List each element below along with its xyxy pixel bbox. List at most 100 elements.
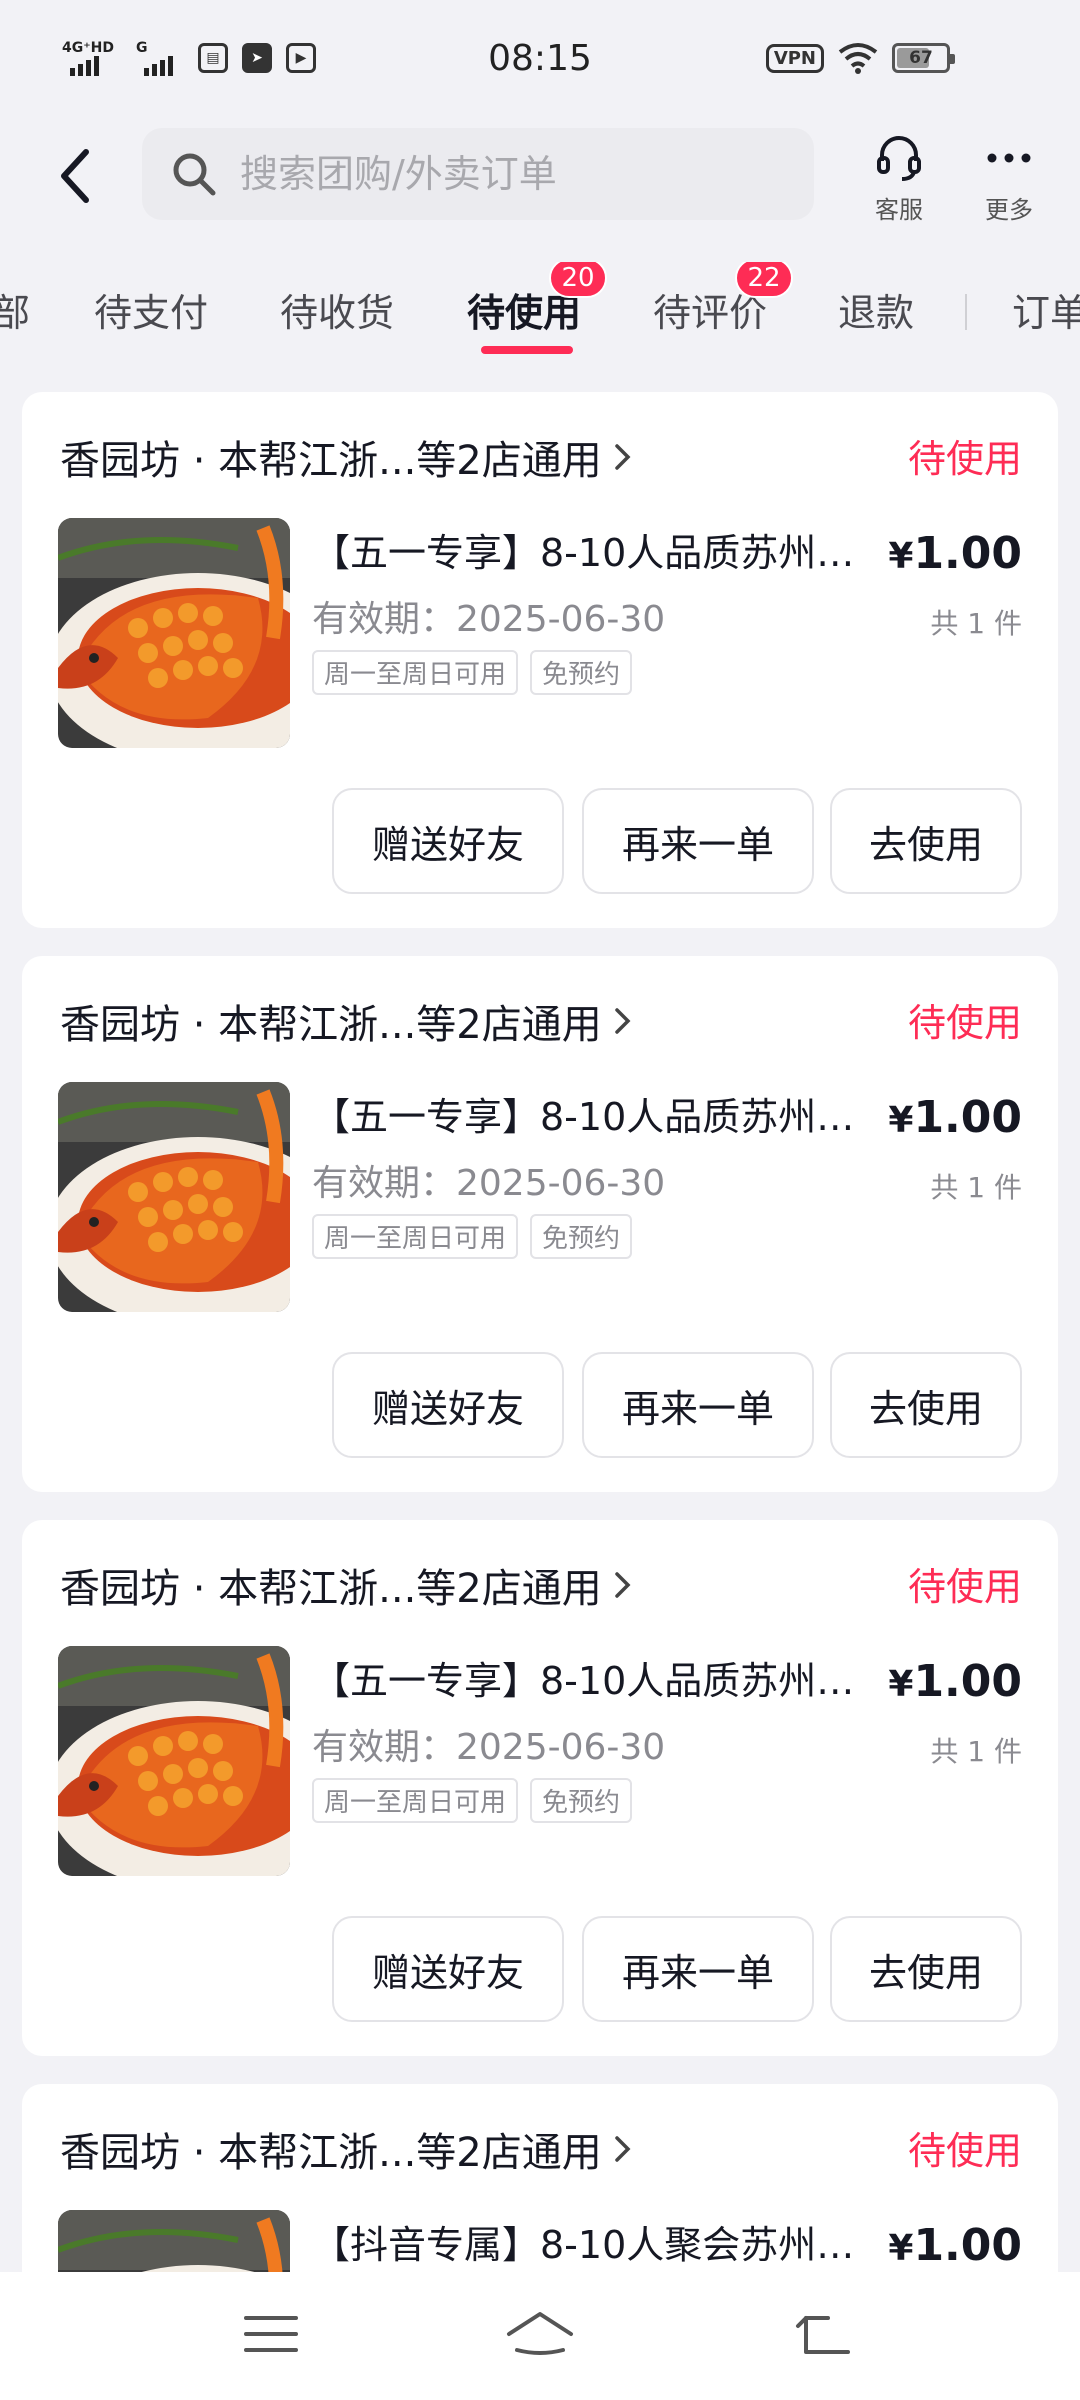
price-value: 1.00	[913, 1656, 1022, 1707]
price-value: 1.00	[913, 2220, 1022, 2271]
shop-name-link[interactable]: 香园坊 · 本帮江浙...等2店通用	[60, 1556, 634, 1614]
headset-icon	[877, 136, 921, 181]
search-bar[interactable]	[142, 128, 814, 220]
header: 客服 更多	[0, 118, 1080, 238]
more-dots-icon	[987, 153, 1031, 163]
price: ¥1.00	[888, 1092, 1022, 1143]
tab-badge: 22	[735, 262, 794, 298]
tab-pending-use[interactable]: 待使用 20	[467, 262, 608, 337]
shop-name: 香园坊 · 本帮江浙...等2店通用	[60, 2130, 602, 2176]
tab-refund[interactable]: 退款	[838, 282, 914, 337]
tag: 免预约	[530, 650, 633, 695]
chevron-right-icon	[615, 2136, 631, 2162]
gift-friend-button[interactable]: 赠送好友	[332, 1916, 564, 2022]
menu-icon[interactable]	[236, 2304, 306, 2364]
chevron-right-icon	[615, 1572, 631, 1598]
order-status: 待使用	[907, 437, 1022, 481]
order-card[interactable]: 香园坊 · 本帮江浙...等2店通用 待使用 【五一专享】8-10人品质苏州松鼠…	[22, 392, 1058, 928]
product-title[interactable]: 【五一专享】8-10人品质苏州松鼠桂鱼套餐	[312, 1650, 872, 1705]
product-title[interactable]: 【抖音专属】8-10人聚会苏州松鼠桂鱼套餐	[312, 2214, 872, 2269]
validity-date: 有效期：2025-06-30	[312, 599, 666, 640]
reorder-button[interactable]: 再来一单	[582, 788, 814, 894]
dish-image[interactable]	[58, 518, 290, 748]
shop-name: 香园坊 · 本帮江浙...等2店通用	[60, 438, 602, 484]
chevron-right-icon	[615, 444, 631, 470]
tab-pending-review[interactable]: 待评价 22	[653, 262, 794, 337]
search-icon	[173, 153, 216, 196]
tag: 周一至周日可用	[312, 1778, 519, 1823]
battery-icon: 67	[892, 43, 955, 73]
gift-friend-button[interactable]: 赠送好友	[332, 1352, 564, 1458]
tab-orders[interactable]: 订单	[1012, 282, 1080, 337]
price: ¥1.00	[888, 1656, 1022, 1707]
wifi-icon	[838, 43, 878, 74]
order-status: 待使用	[907, 1565, 1022, 1609]
tag-list: 周一至周日可用 免预约	[312, 1778, 633, 1823]
validity-date: 有效期：2025-06-30	[312, 1727, 666, 1768]
active-tab-indicator	[481, 346, 573, 354]
tag: 免预约	[530, 1214, 633, 1259]
chevron-right-icon	[615, 1008, 631, 1034]
status-bar: 4G⁺HD G ▤ ➤ ▶ 08:15 VPN 67	[0, 0, 1080, 118]
tab-divider	[965, 294, 967, 330]
tag-list: 周一至周日可用 免预约	[312, 1214, 633, 1259]
product-title[interactable]: 【五一专享】8-10人品质苏州松鼠桂鱼套餐	[312, 522, 872, 577]
validity-date: 有效期：2025-06-30	[312, 1163, 666, 1204]
currency: ¥	[888, 1100, 914, 1141]
currency: ¥	[888, 2228, 914, 2269]
status-right: VPN 67	[765, 42, 955, 74]
shop-name: 香园坊 · 本帮江浙...等2店通用	[60, 1002, 602, 1048]
tab-pending-delivery[interactable]: 待收货	[280, 282, 394, 337]
system-nav-bar	[0, 2272, 1080, 2400]
reorder-button[interactable]: 再来一单	[582, 1352, 814, 1458]
price: ¥1.00	[888, 528, 1022, 579]
more-button[interactable]: 更多	[964, 132, 1054, 225]
price-value: 1.00	[913, 1092, 1022, 1143]
tab-badge: 20	[549, 262, 608, 298]
home-icon[interactable]	[505, 2304, 575, 2364]
tab-label: 待收货	[280, 291, 395, 335]
tab-label: 订单	[1012, 291, 1080, 335]
search-input[interactable]	[240, 152, 800, 196]
tab-label: 待评价	[653, 291, 768, 335]
tag-list: 周一至周日可用 免预约	[312, 650, 633, 695]
tab-all[interactable]: 部	[0, 282, 30, 337]
price-value: 1.00	[913, 528, 1022, 579]
product-title[interactable]: 【五一专享】8-10人品质苏州松鼠桂鱼套餐	[312, 1086, 872, 1141]
quantity: 共 1 件	[930, 1171, 1022, 1204]
use-button[interactable]: 去使用	[830, 1352, 1022, 1458]
dish-image[interactable]	[58, 1082, 290, 1312]
battery-level: 67	[909, 48, 933, 68]
use-button[interactable]: 去使用	[830, 788, 1022, 894]
order-status: 待使用	[907, 1001, 1022, 1045]
tab-pending-payment[interactable]: 待支付	[94, 282, 208, 337]
quantity: 共 1 件	[930, 607, 1022, 640]
back-arrow-icon[interactable]	[52, 146, 102, 206]
back-icon[interactable]	[788, 2304, 858, 2364]
shop-name: 香园坊 · 本帮江浙...等2店通用	[60, 1566, 602, 1612]
price: ¥1.00	[888, 2220, 1022, 2271]
tab-label: 退款	[838, 291, 915, 335]
shop-name-link[interactable]: 香园坊 · 本帮江浙...等2店通用	[60, 2120, 634, 2178]
service-label: 客服	[875, 196, 923, 224]
currency: ¥	[888, 1664, 914, 1705]
shop-name-link[interactable]: 香园坊 · 本帮江浙...等2店通用	[60, 428, 634, 486]
tab-label: 待使用	[467, 291, 582, 335]
more-label: 更多	[985, 196, 1033, 224]
reorder-button[interactable]: 再来一单	[582, 1916, 814, 2022]
currency: ¥	[888, 536, 914, 577]
quantity: 共 1 件	[930, 1735, 1022, 1768]
customer-service-button[interactable]: 客服	[854, 132, 944, 225]
shop-name-link[interactable]: 香园坊 · 本帮江浙...等2店通用	[60, 992, 634, 1050]
tag: 周一至周日可用	[312, 1214, 519, 1259]
dish-image[interactable]	[58, 1646, 290, 1876]
order-card[interactable]: 香园坊 · 本帮江浙...等2店通用 待使用 【五一专享】8-10人品质苏州松鼠…	[22, 956, 1058, 1492]
tab-label: 待支付	[94, 291, 209, 335]
order-card[interactable]: 香园坊 · 本帮江浙...等2店通用 待使用 【五一专享】8-10人品质苏州松鼠…	[22, 1520, 1058, 2056]
use-button[interactable]: 去使用	[830, 1916, 1022, 2022]
vpn-icon: VPN	[765, 43, 824, 73]
tab-label: 部	[0, 291, 31, 335]
gift-friend-button[interactable]: 赠送好友	[332, 788, 564, 894]
order-tabs: 部 待支付 待收货 待使用 20 待评价 22 退款 订单	[0, 262, 1080, 362]
tag: 周一至周日可用	[312, 650, 519, 695]
